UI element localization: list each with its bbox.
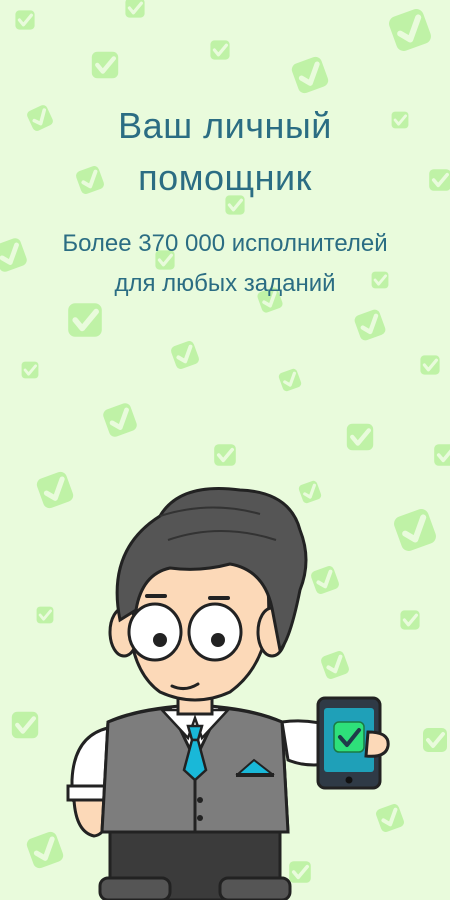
head: [108, 486, 308, 702]
onboarding-subtitle: Более 370 000 исполнителей для любых зад…: [0, 224, 450, 304]
onboarding-subtitle-line2: для любых заданий: [114, 270, 336, 297]
onboarding-title: Ваш личный помощник: [0, 100, 450, 204]
onboarding-title-line1: Ваш личный: [118, 105, 332, 146]
onboarding-title-line2: помощник: [138, 157, 312, 198]
torso: [100, 703, 290, 834]
mascot-illustration: [66, 486, 390, 900]
hand: [364, 730, 390, 758]
onboarding-subtitle-line1: Более 370 000 исполнителей: [62, 230, 388, 257]
